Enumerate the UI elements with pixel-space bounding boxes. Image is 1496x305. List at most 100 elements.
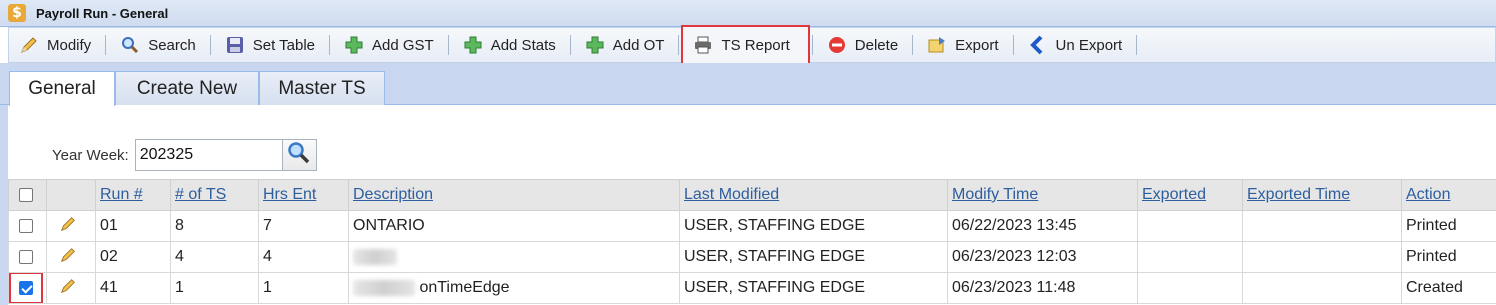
redacted-text bbox=[353, 279, 415, 296]
sort-hrs-ent[interactable]: Hrs Ent bbox=[263, 186, 316, 203]
add-ot-label: Add OT bbox=[612, 36, 665, 54]
add-stats-button[interactable]: Add Stats bbox=[453, 30, 566, 60]
sort-action[interactable]: Action bbox=[1406, 186, 1450, 203]
row-select-cell bbox=[8, 272, 47, 304]
row-checkbox[interactable] bbox=[19, 281, 33, 295]
toolbar: Modify Search Set Table Add GST Add Stat… bbox=[8, 25, 1496, 65]
cell-description: onTimeEdge bbox=[348, 272, 680, 304]
cell-modify-time: 06/23/2023 11:48 bbox=[947, 272, 1138, 304]
table-row[interactable]: 02 4 4 USER, STAFFING EDGE 06/23/2023 12… bbox=[8, 241, 1496, 273]
row-edit-cell bbox=[46, 272, 96, 304]
magnifier-icon bbox=[287, 141, 311, 169]
cell-last-modified: USER, STAFFING EDGE bbox=[679, 241, 948, 273]
table-row[interactable]: 01 8 7 ONTARIO USER, STAFFING EDGE 06/22… bbox=[8, 210, 1496, 242]
set-table-button[interactable]: Set Table bbox=[215, 30, 325, 60]
window-titlebar: $ Payroll Run - General bbox=[0, 0, 1496, 27]
col-num-ts: # of TS bbox=[170, 179, 259, 211]
sort-run-number[interactable]: Run # bbox=[100, 186, 143, 203]
sort-exported-time[interactable]: Exported Time bbox=[1247, 186, 1350, 203]
year-week-label: Year Week: bbox=[52, 146, 129, 164]
row-select-cell bbox=[8, 241, 47, 273]
green-plus-icon bbox=[344, 35, 364, 55]
col-modify-time: Modify Time bbox=[947, 179, 1138, 211]
sort-last-modified[interactable]: Last Modified bbox=[684, 186, 779, 203]
floppy-disk-icon bbox=[225, 35, 245, 55]
pencil-icon bbox=[19, 35, 39, 55]
delete-button[interactable]: Delete bbox=[817, 30, 908, 60]
add-gst-button[interactable]: Add GST bbox=[334, 30, 444, 60]
ts-report-label: TS Report bbox=[721, 36, 790, 54]
search-button[interactable]: Search bbox=[110, 30, 206, 60]
green-plus-icon bbox=[585, 35, 605, 55]
cell-num-ts: 1 bbox=[170, 272, 259, 304]
blue-chevron-left-icon bbox=[1028, 35, 1048, 55]
un-export-label: Un Export bbox=[1055, 36, 1123, 54]
un-export-button[interactable]: Un Export bbox=[1018, 30, 1133, 60]
dollar-icon: $ bbox=[8, 4, 26, 22]
tab-create-new[interactable]: Create New bbox=[115, 71, 259, 105]
sort-num-ts[interactable]: # of TS bbox=[175, 186, 226, 203]
red-minus-icon bbox=[827, 35, 847, 55]
select-all-checkbox[interactable] bbox=[19, 187, 33, 202]
table-header-row: Run # # of TS Hrs Ent Description Last M… bbox=[8, 179, 1496, 211]
toolbar-separator bbox=[329, 35, 330, 55]
cell-modify-time: 06/22/2023 13:45 bbox=[947, 210, 1138, 242]
magnifier-icon bbox=[120, 35, 140, 55]
col-hrs-ent: Hrs Ent bbox=[258, 179, 349, 211]
modify-label: Modify bbox=[47, 36, 92, 54]
cell-run-number: 41 bbox=[95, 272, 171, 304]
payroll-run-table: Run # # of TS Hrs Ent Description Last M… bbox=[8, 179, 1496, 304]
sort-exported[interactable]: Exported bbox=[1142, 186, 1206, 203]
search-label: Search bbox=[148, 36, 196, 54]
cell-action: Created bbox=[1401, 272, 1496, 304]
year-week-input[interactable] bbox=[134, 139, 283, 171]
table-row[interactable]: 41 1 1 onTimeEdge USER, STAFFING EDGE 06… bbox=[8, 272, 1496, 304]
cell-run-number: 01 bbox=[95, 210, 171, 242]
pencil-icon[interactable] bbox=[59, 247, 77, 268]
toolbar-separator bbox=[678, 35, 680, 55]
export-label: Export bbox=[955, 36, 999, 54]
cell-description bbox=[348, 241, 680, 273]
tab-general[interactable]: General bbox=[9, 71, 115, 106]
pencil-icon[interactable] bbox=[59, 216, 77, 237]
sort-modify-time[interactable]: Modify Time bbox=[952, 186, 1038, 203]
printer-icon bbox=[693, 35, 713, 55]
tab-create-new-label: Create New bbox=[136, 77, 238, 99]
year-week-filter: Year Week: bbox=[52, 139, 317, 171]
row-checkbox-highlight bbox=[9, 273, 43, 303]
ts-report-button[interactable]: TS Report bbox=[681, 25, 810, 65]
tab-general-label: General bbox=[28, 78, 96, 99]
toolbar-separator bbox=[1136, 35, 1138, 55]
toolbar-separator bbox=[1012, 35, 1014, 55]
cell-modify-time: 06/23/2023 12:03 bbox=[947, 241, 1138, 273]
toolbar-separator bbox=[105, 35, 107, 55]
sort-description[interactable]: Description bbox=[353, 186, 433, 203]
cell-last-modified: USER, STAFFING EDGE bbox=[679, 272, 948, 304]
toolbar-separator bbox=[447, 35, 449, 55]
tab-strip: General Create New Master TS bbox=[0, 63, 1496, 106]
cell-description: ONTARIO bbox=[348, 210, 680, 242]
edit-column-header bbox=[46, 179, 96, 211]
tab-master-ts[interactable]: Master TS bbox=[259, 71, 385, 105]
left-border bbox=[0, 105, 8, 305]
cell-num-ts: 8 bbox=[170, 210, 259, 242]
cell-hrs-ent: 7 bbox=[258, 210, 349, 242]
row-checkbox[interactable] bbox=[19, 218, 33, 233]
toolbar-separator bbox=[912, 35, 914, 55]
toolbar-separator bbox=[811, 35, 813, 55]
col-description: Description bbox=[348, 179, 680, 211]
cell-hrs-ent: 1 bbox=[258, 272, 349, 304]
green-plus-icon bbox=[463, 35, 483, 55]
year-week-search-button[interactable] bbox=[282, 139, 317, 171]
modify-button[interactable]: Modify bbox=[9, 30, 101, 60]
col-last-modified: Last Modified bbox=[679, 179, 948, 211]
export-button[interactable]: Export bbox=[917, 30, 1008, 60]
col-exported-time: Exported Time bbox=[1242, 179, 1402, 211]
set-table-label: Set Table bbox=[252, 36, 315, 54]
row-checkbox[interactable] bbox=[19, 249, 33, 264]
cell-exported-time bbox=[1242, 210, 1402, 242]
pencil-icon[interactable] bbox=[59, 278, 77, 299]
add-ot-button[interactable]: Add OT bbox=[575, 30, 675, 60]
tab-master-ts-label: Master TS bbox=[278, 77, 366, 99]
window-title: Payroll Run - General bbox=[36, 5, 169, 21]
